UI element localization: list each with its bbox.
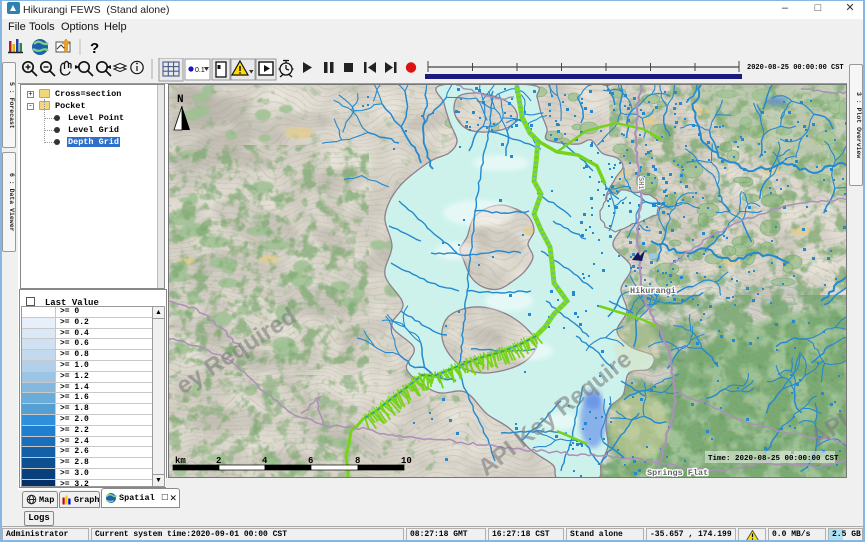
svg-text:10: 10 bbox=[401, 456, 412, 466]
svg-text:0.1: 0.1 bbox=[195, 67, 205, 74]
svg-text:8: 8 bbox=[355, 456, 360, 466]
svg-text:km: km bbox=[175, 456, 186, 466]
svg-text:?: ? bbox=[90, 40, 99, 57]
svg-text:SH1: SH1 bbox=[636, 177, 644, 190]
svg-text:2: 2 bbox=[216, 456, 221, 466]
svg-text:4: 4 bbox=[262, 456, 268, 466]
svg-text:N: N bbox=[177, 94, 184, 106]
svg-text:Hikurangi: Hikurangi bbox=[630, 286, 676, 296]
svg-text:Time: 2020-08-25 00:00:00 CST: Time: 2020-08-25 00:00:00 CST bbox=[708, 455, 839, 463]
svg-text:6: 6 bbox=[308, 456, 313, 466]
svg-text:Springs Flat: Springs Flat bbox=[647, 468, 708, 478]
